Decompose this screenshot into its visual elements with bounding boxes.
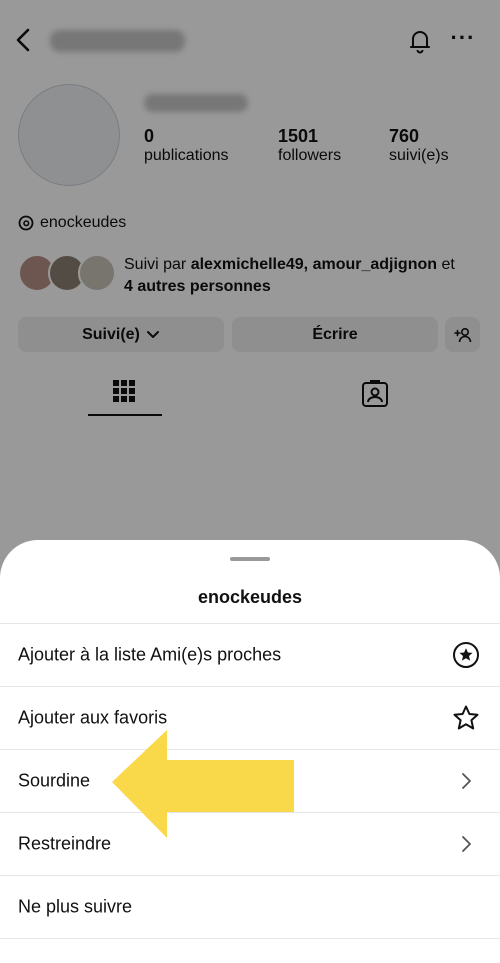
sheet-title: enockeudes xyxy=(197,587,303,607)
sheet-drag-handle[interactable] xyxy=(230,557,270,561)
star-circle-icon xyxy=(452,641,480,669)
annotation-arrow xyxy=(112,730,294,838)
menu-item-label: Ne plus suivre xyxy=(18,896,133,917)
menu-item-label: Restreindre xyxy=(18,833,112,854)
chevron-right-icon xyxy=(452,767,480,795)
menu-item-close-friends[interactable]: Ajouter à la liste Ami(e)s proches xyxy=(0,624,500,686)
chevron-right-icon xyxy=(452,830,480,858)
menu-item-label: Ajouter à la liste Ami(e)s proches xyxy=(18,644,282,665)
menu-item-label: Sourdine xyxy=(18,770,91,791)
divider xyxy=(0,938,500,939)
star-outline-icon xyxy=(452,704,480,732)
menu-item-unfollow[interactable]: Ne plus suivre xyxy=(0,876,500,938)
menu-item-label: Ajouter aux favoris xyxy=(18,707,168,728)
